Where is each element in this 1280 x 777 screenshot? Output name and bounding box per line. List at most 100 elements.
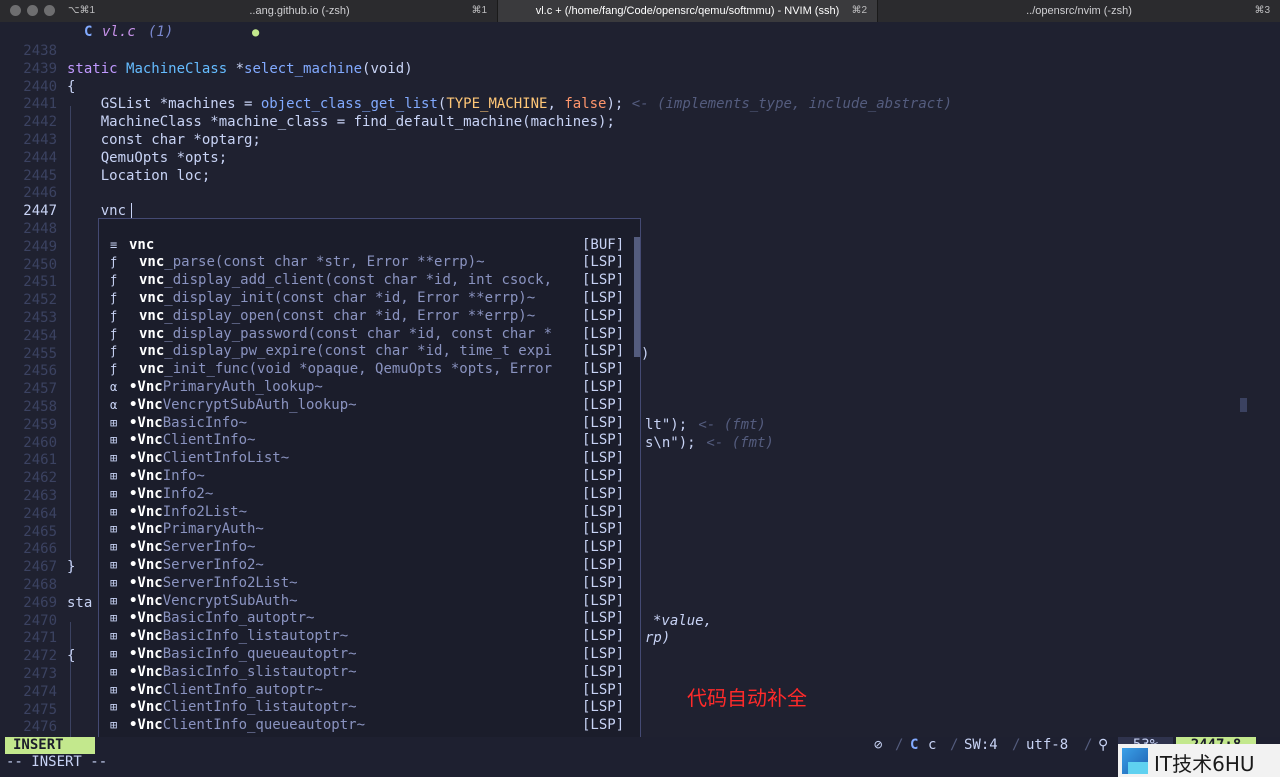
lsp-status-icon: ⊘ [874, 737, 883, 753]
completion-rest: BasicInfo_queueautoptr~ [162, 645, 357, 662]
line-number: 2455 [23, 345, 57, 362]
completion-match: •Vnc [129, 574, 163, 591]
line-number: 2472 [23, 648, 57, 665]
line-number: 2465 [23, 523, 57, 540]
line-number: 2459 [23, 416, 57, 433]
completion-item[interactable]: ƒ vnc_display_open(const char *id, Error … [99, 308, 635, 326]
completion-rest: ClientInfoList~ [162, 450, 290, 467]
completion-item[interactable]: ⊞ •VncInfo~ [LSP] [99, 468, 635, 486]
completion-item[interactable]: ⊞ •VncVencryptSubAuth~ [LSP] [99, 593, 635, 611]
completion-rest: VencryptSubAuth~ [162, 592, 298, 609]
completion-item[interactable]: ⊞ •VncClientInfo~ [LSP] [99, 432, 635, 450]
completion-source: [LSP] [582, 378, 625, 395]
struct-kind-icon: ⊞ [110, 664, 118, 679]
struct-kind-icon: ⊞ [110, 700, 118, 715]
completion-rest: VencryptSubAuth_lookup~ [162, 396, 357, 413]
completion-item[interactable]: ƒ vnc_parse(const char *str, Error **errp… [99, 254, 635, 272]
completion-item[interactable]: ⊞ •VncBasicInfo_queueautoptr~ [LSP] [99, 646, 635, 664]
completion-item[interactable]: ⊞ •VncClientInfo_queueautoptr~ [LSP] [99, 717, 635, 735]
completion-item[interactable]: ƒ vnc_display_password(const char *id, co… [99, 326, 635, 344]
completion-match: •Vnc [129, 610, 163, 627]
completion-label: •VncPrimaryAuth~ [129, 521, 264, 539]
completion-source: [LSP] [582, 645, 625, 662]
variable-kind-icon: α [110, 379, 118, 394]
completion-item[interactable]: ⊞ •VncBasicInfo_slistautoptr~ [LSP] [99, 664, 635, 682]
scrollbar-marker[interactable] [1240, 398, 1247, 412]
function-kind-icon: ƒ [110, 308, 118, 323]
struct-kind-icon: ⊞ [110, 646, 118, 661]
completion-item[interactable]: ƒ vnc_display_init(const char *id, Error … [99, 290, 635, 308]
code-line[interactable]: 2441 GSList *machines = object_class_get… [0, 95, 1280, 113]
line-number: 2453 [23, 310, 57, 326]
completion-source: [LSP] [582, 307, 625, 324]
completion-item[interactable]: α •VncVencryptSubAuth_lookup~ [LSP] [99, 397, 635, 415]
completion-item[interactable]: ⊞ •VncClientInfoList~ [LSP] [99, 450, 635, 468]
close-window-button[interactable] [10, 5, 21, 16]
winbar-diagnostic-count: (1) [148, 24, 174, 40]
completion-match: •Vnc [129, 521, 163, 538]
completion-label: •VncBasicInfo_listautoptr~ [129, 628, 348, 646]
completion-item[interactable]: ⊞ •VncServerInfo2List~ [LSP] [99, 575, 635, 593]
code-line[interactable]: 2439 static MachineClass *select_machine(… [0, 60, 1280, 78]
command-line[interactable]: -- INSERT -- [0, 754, 1280, 777]
separator: / [950, 737, 959, 753]
tab-nvim-active[interactable]: vl.c + (/home/fang/Code/opensrc/qemu/sof… [497, 0, 877, 22]
line-code: Location loc; [67, 167, 211, 184]
completion-item[interactable]: ⊞ •VncClientInfo_listautoptr~ [LSP] [99, 699, 635, 717]
tab-github-zsh[interactable]: ..ang.github.io (-zsh) ⌘1 [102, 0, 497, 22]
completion-item[interactable]: ⊞ •VncPrimaryAuth~ [LSP] [99, 521, 635, 539]
completion-match: vnc [139, 254, 165, 271]
completion-item[interactable]: ⊞ •VncServerInfo2~ [LSP] [99, 557, 635, 575]
completion-item[interactable]: ⊞ •VncBasicInfo~ [LSP] [99, 415, 635, 433]
completion-source: [LSP] [582, 361, 625, 378]
tab-nvim-zsh[interactable]: ../opensrc/nvim (-zsh) ⌘3 [877, 0, 1280, 22]
completion-label: •VncClientInfo~ [129, 432, 255, 450]
completion-match: •Vnc [129, 396, 163, 413]
zoom-window-button[interactable] [44, 5, 55, 16]
code-line[interactable]: 2446 [0, 184, 1280, 202]
struct-kind-icon: ⊞ [110, 629, 118, 644]
completion-item[interactable]: ƒ vnc_display_add_client(const char *id, … [99, 272, 635, 290]
completion-menu[interactable]: ≡ vnc [BUF] ƒ vnc_parse(const char *str, Err… [98, 218, 641, 743]
completion-source: [LSP] [582, 556, 625, 573]
code-token: TYPE_MACHINE [446, 96, 548, 113]
completion-match: vnc [139, 289, 165, 306]
minimize-window-button[interactable] [27, 5, 38, 16]
watermark-text: IT技术6HU [1154, 752, 1255, 776]
line-number: 2443 [23, 132, 57, 148]
completion-item[interactable]: ⊞ •VncClientInfo_autoptr~ [LSP] [99, 682, 635, 700]
code-line[interactable]: 2445 Location loc; [0, 167, 1280, 185]
code-line[interactable]: 2438 [0, 42, 1280, 60]
completion-item[interactable]: ⊞ •VncBasicInfo_autoptr~ [LSP] [99, 610, 635, 628]
line-number: 2442 [23, 114, 57, 131]
completion-source: [LSP] [582, 539, 625, 556]
completion-match: vnc [129, 236, 155, 253]
completion-label: vnc_display_pw_expire(const char *id, ti… [139, 343, 552, 361]
line-number: 2457 [23, 381, 57, 398]
completion-item[interactable]: α •VncPrimaryAuth_lookup~ [LSP] [99, 379, 635, 397]
line-number: 2445 [23, 167, 57, 184]
completion-item[interactable]: ⊞ •VncInfo2~ [LSP] [99, 486, 635, 504]
completion-match: vnc [139, 272, 165, 289]
struct-kind-icon: ⊞ [110, 575, 118, 590]
code-line[interactable]: 2443 const char *optarg; [0, 131, 1280, 149]
line-number: 2458 [23, 399, 57, 415]
completion-rest: ServerInfo2~ [162, 556, 264, 573]
line-code: const char *optarg; [67, 132, 261, 148]
completion-rest: _parse(const char *str, Error **errp)~ [164, 254, 485, 271]
code-line[interactable]: 2444 QemuOpts *opts; [0, 149, 1280, 167]
completion-label: vnc_display_init(const char *id, Error *… [139, 290, 535, 308]
code-line[interactable]: 2442 MachineClass *machine_class = find_… [0, 113, 1280, 131]
completion-source: [LSP] [582, 503, 625, 520]
completion-item[interactable]: ƒ vnc_init_func(void *opaque, QemuOpts *o… [99, 361, 635, 379]
completion-item[interactable]: ⊞ •VncInfo2List~ [LSP] [99, 504, 635, 522]
completion-item[interactable]: ƒ vnc_display_pw_expire(const char *id, t… [99, 343, 635, 361]
completion-item[interactable]: ≡ vnc [BUF] [99, 237, 635, 255]
struct-kind-icon: ⊞ [110, 522, 118, 537]
completion-match: •Vnc [129, 485, 163, 502]
completion-item[interactable]: ⊞ •VncBasicInfo_listautoptr~ [LSP] [99, 628, 635, 646]
completion-item[interactable]: ⊞ •VncServerInfo~ [LSP] [99, 539, 635, 557]
code-line[interactable]: 2440 { [0, 78, 1280, 96]
code-token: ); [606, 96, 624, 113]
struct-kind-icon: ⊞ [110, 504, 118, 519]
